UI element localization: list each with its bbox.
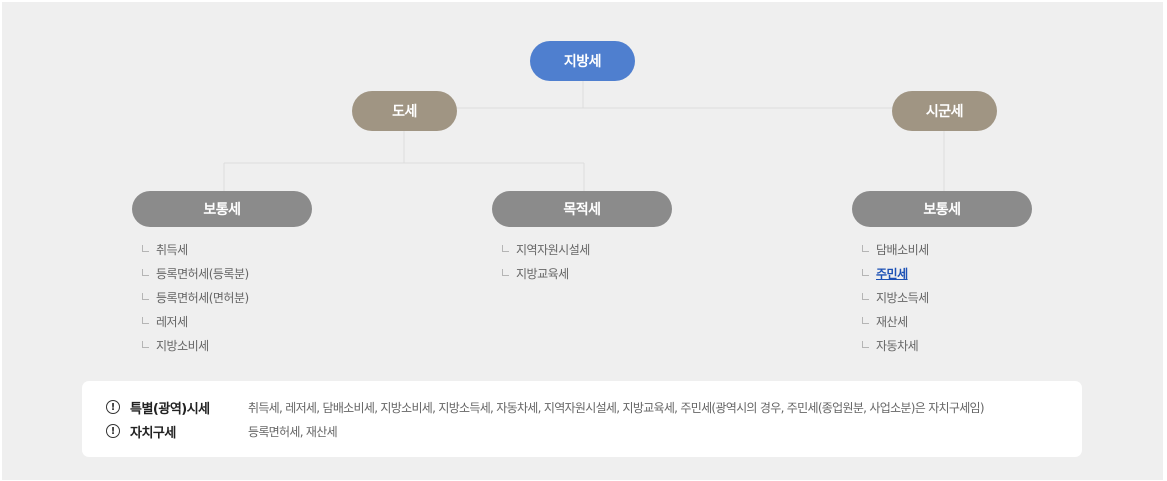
corner-bullet-icon bbox=[862, 316, 869, 324]
tax-structure-diagram: 지방세 도세 시군세 보통세 목적세 보통세 취득세 등록면허세(등록분) 등록… bbox=[2, 2, 1163, 480]
note-title: 특별(광역)시세 bbox=[130, 401, 210, 417]
list-item: 취득세 bbox=[142, 238, 249, 262]
note-row-district: ! 자치구세 등록면허세, 재산세 bbox=[106, 420, 338, 442]
corner-bullet-icon bbox=[142, 268, 149, 276]
corner-bullet-icon bbox=[142, 244, 149, 252]
list-item: 지방소비세 bbox=[142, 334, 249, 358]
corner-bullet-icon bbox=[862, 268, 869, 276]
note-text: 등록면허세, 재산세 bbox=[248, 424, 338, 439]
exclamation-circle-icon: ! bbox=[106, 424, 120, 438]
corner-bullet-icon bbox=[502, 268, 509, 276]
corner-bullet-icon bbox=[862, 340, 869, 348]
corner-bullet-icon bbox=[142, 340, 149, 348]
list-item: 자동차세 bbox=[862, 334, 929, 358]
list-item: 담배소비세 bbox=[862, 238, 929, 262]
tax-list-sigun-botong: 담배소비세 주민세 지방소득세 재산세 자동차세 bbox=[862, 238, 929, 358]
list-item: 지방소득세 bbox=[862, 286, 929, 310]
corner-bullet-icon bbox=[142, 316, 149, 324]
list-item: 등록면허세(등록분) bbox=[142, 262, 249, 286]
category-label: 보통세 bbox=[203, 202, 241, 218]
exclamation-circle-icon: ! bbox=[106, 400, 120, 414]
tax-list-dose-botong: 취득세 등록면허세(등록분) 등록면허세(면허분) 레저세 지방소비세 bbox=[142, 238, 249, 358]
tax-list-dose-mokjeok: 지역자원시설세 지방교육세 bbox=[502, 238, 590, 286]
list-item: 등록면허세(면허분) bbox=[142, 286, 249, 310]
note-title: 자치구세 bbox=[130, 425, 176, 441]
category-node-dose-mokjeok: 목적세 bbox=[492, 191, 672, 227]
category-node-dose-botong: 보통세 bbox=[132, 191, 312, 227]
list-item: 레저세 bbox=[142, 310, 249, 334]
list-item: 지역자원시설세 bbox=[502, 238, 590, 262]
branch-node-sigunse: 시군세 bbox=[892, 91, 997, 131]
root-node: 지방세 bbox=[530, 41, 635, 81]
category-node-sigun-botong: 보통세 bbox=[852, 191, 1032, 227]
branch-label-sigunse: 시군세 bbox=[925, 104, 964, 120]
list-item: 지방교육세 bbox=[502, 262, 590, 286]
branch-node-dose: 도세 bbox=[352, 91, 457, 131]
list-item-link-jumin[interactable]: 주민세 bbox=[862, 262, 929, 286]
list-item: 재산세 bbox=[862, 310, 929, 334]
notes-box: ! 특별(광역)시세 취득세, 레저세, 담배소비세, 지방소비세, 지방소득세… bbox=[82, 381, 1082, 457]
category-label: 보통세 bbox=[923, 202, 961, 218]
jumin-link[interactable]: 주민세 bbox=[876, 262, 908, 286]
note-text: 취득세, 레저세, 담배소비세, 지방소비세, 지방소득세, 자동차세, 지역자… bbox=[248, 400, 985, 415]
note-row-special-city: ! 특별(광역)시세 취득세, 레저세, 담배소비세, 지방소비세, 지방소득세… bbox=[106, 396, 985, 418]
root-label: 지방세 bbox=[563, 54, 602, 70]
corner-bullet-icon bbox=[862, 292, 869, 300]
category-label: 목적세 bbox=[563, 202, 601, 218]
corner-bullet-icon bbox=[502, 244, 509, 252]
corner-bullet-icon bbox=[862, 244, 869, 252]
corner-bullet-icon bbox=[142, 292, 149, 300]
branch-label-dose: 도세 bbox=[392, 104, 417, 120]
